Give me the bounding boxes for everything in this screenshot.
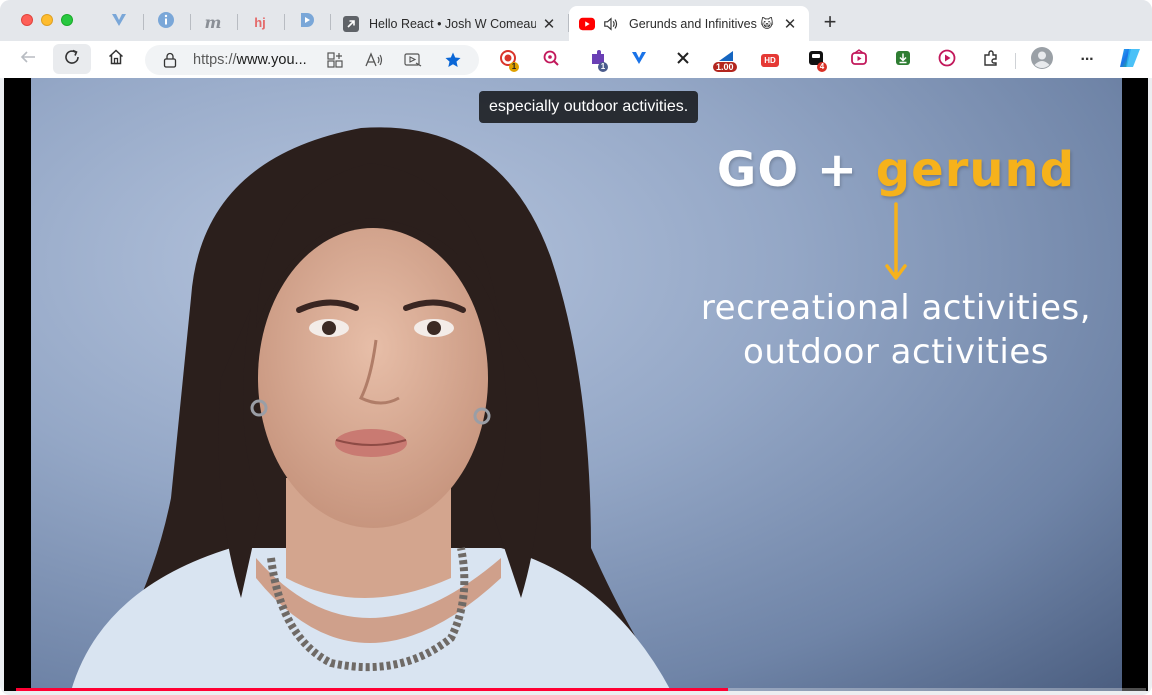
back-arrow-icon — [19, 48, 37, 71]
app-grid-icon[interactable] — [325, 50, 345, 70]
reload-icon — [63, 48, 81, 71]
pinned-tab-d[interactable] — [297, 12, 317, 32]
extension-puzzle-badge[interactable]: 1 — [588, 49, 608, 72]
play-circle-icon — [938, 49, 956, 72]
more-menu-button[interactable]: ··· — [1077, 50, 1097, 70]
d-letter-icon — [298, 11, 316, 34]
page-content: especially outdoor activities. i GO + ge… — [4, 78, 1148, 691]
maximize-window-button[interactable] — [61, 14, 73, 26]
video-progress-fill — [16, 688, 728, 691]
tab-strip: m hj Hello React • Josh W Comeau ✕ Gerun… — [0, 0, 1152, 41]
read-aloud-icon[interactable] — [364, 50, 384, 70]
heading-go: GO — [716, 142, 800, 198]
extension-magnifier[interactable] — [541, 50, 561, 70]
extension-vercel[interactable] — [629, 50, 649, 70]
download-icon — [894, 49, 912, 72]
slide-line-1: recreational activities, — [700, 288, 1092, 328]
slide-heading: GO + gerund — [671, 142, 1121, 198]
extension-hd[interactable]: HD — [760, 50, 780, 70]
address-bar[interactable]: https://www.you... — [145, 45, 479, 75]
toolbar: https://www.you... 1 1 1.00 HD 4 ··· — [0, 41, 1152, 78]
extension-cross-arrows[interactable] — [673, 50, 693, 70]
slide-text: GO + gerund recreational activities, out… — [671, 142, 1121, 374]
extension-download[interactable] — [893, 50, 913, 70]
speaker-icon[interactable] — [603, 16, 619, 32]
close-tab-button[interactable]: ✕ — [540, 15, 558, 33]
video-progress-bar[interactable] — [16, 688, 1146, 691]
vercel-v-icon — [110, 11, 128, 34]
extensions-puzzle-icon — [982, 49, 1000, 72]
favorite-star-icon[interactable] — [443, 50, 463, 70]
more-dots-icon: ··· — [1080, 51, 1095, 68]
home-icon — [107, 48, 125, 71]
hj-letters-icon: hj — [254, 14, 266, 30]
browser-window: m hj Hello React • Josh W Comeau ✕ Gerun… — [0, 0, 1152, 695]
heading-gerund: gerund — [875, 142, 1076, 198]
profile-button[interactable] — [1030, 46, 1054, 74]
pinned-tab-vercel[interactable] — [109, 12, 129, 32]
slide-line-2: outdoor activities — [743, 332, 1049, 372]
video-recorder-icon — [850, 48, 868, 72]
reload-button[interactable] — [53, 44, 91, 74]
home-button[interactable] — [100, 44, 132, 74]
tab-title: Hello React • Josh W Comeau — [369, 16, 536, 31]
link-arrow-icon — [343, 15, 359, 32]
down-arrow-icon — [885, 202, 907, 280]
video-player[interactable]: especially outdoor activities. i GO + ge… — [31, 78, 1122, 691]
lock-icon[interactable] — [163, 52, 177, 73]
copilot-icon — [1118, 46, 1142, 75]
video-picture-icon[interactable] — [403, 50, 423, 70]
tab-hello-react[interactable]: Hello React • Josh W Comeau ✕ — [333, 6, 568, 41]
extensions-menu-button[interactable] — [981, 49, 1001, 72]
hd-icon: HD — [761, 53, 779, 67]
magnifier-eye-icon — [542, 49, 560, 72]
info-circle-icon — [157, 11, 175, 34]
copilot-button[interactable] — [1117, 47, 1143, 73]
extension-record[interactable]: 1 — [498, 49, 519, 72]
close-tab-button[interactable]: ✕ — [781, 15, 799, 33]
tab-title: Gerunds and Infinitives 😺 — [629, 17, 774, 31]
extension-stack[interactable]: 4 — [806, 50, 827, 72]
extension-play-circle[interactable] — [937, 49, 957, 72]
pinned-tab-m[interactable]: m — [203, 12, 223, 32]
extension-speed[interactable]: 1.00 — [713, 47, 737, 72]
m-letter-icon: m — [204, 12, 222, 32]
new-tab-button[interactable]: + — [819, 11, 841, 34]
minimize-window-button[interactable] — [41, 14, 53, 26]
back-button[interactable] — [12, 44, 44, 74]
vercel-v-icon — [630, 49, 648, 72]
tab-gerunds[interactable]: Gerunds and Infinitives 😺 ✕ — [569, 6, 809, 41]
heading-plus: + — [816, 142, 859, 198]
video-caption: especially outdoor activities. — [479, 91, 699, 123]
cross-arrows-icon — [675, 50, 691, 71]
youtube-icon — [579, 16, 595, 32]
close-window-button[interactable] — [21, 14, 33, 26]
pinned-tab-hj[interactable]: hj — [250, 12, 270, 32]
pinned-tab-info[interactable] — [156, 11, 176, 34]
avatar-icon — [1031, 46, 1053, 74]
extension-video-recorder[interactable] — [849, 48, 869, 72]
url-text[interactable]: https://www.you... — [193, 52, 307, 68]
